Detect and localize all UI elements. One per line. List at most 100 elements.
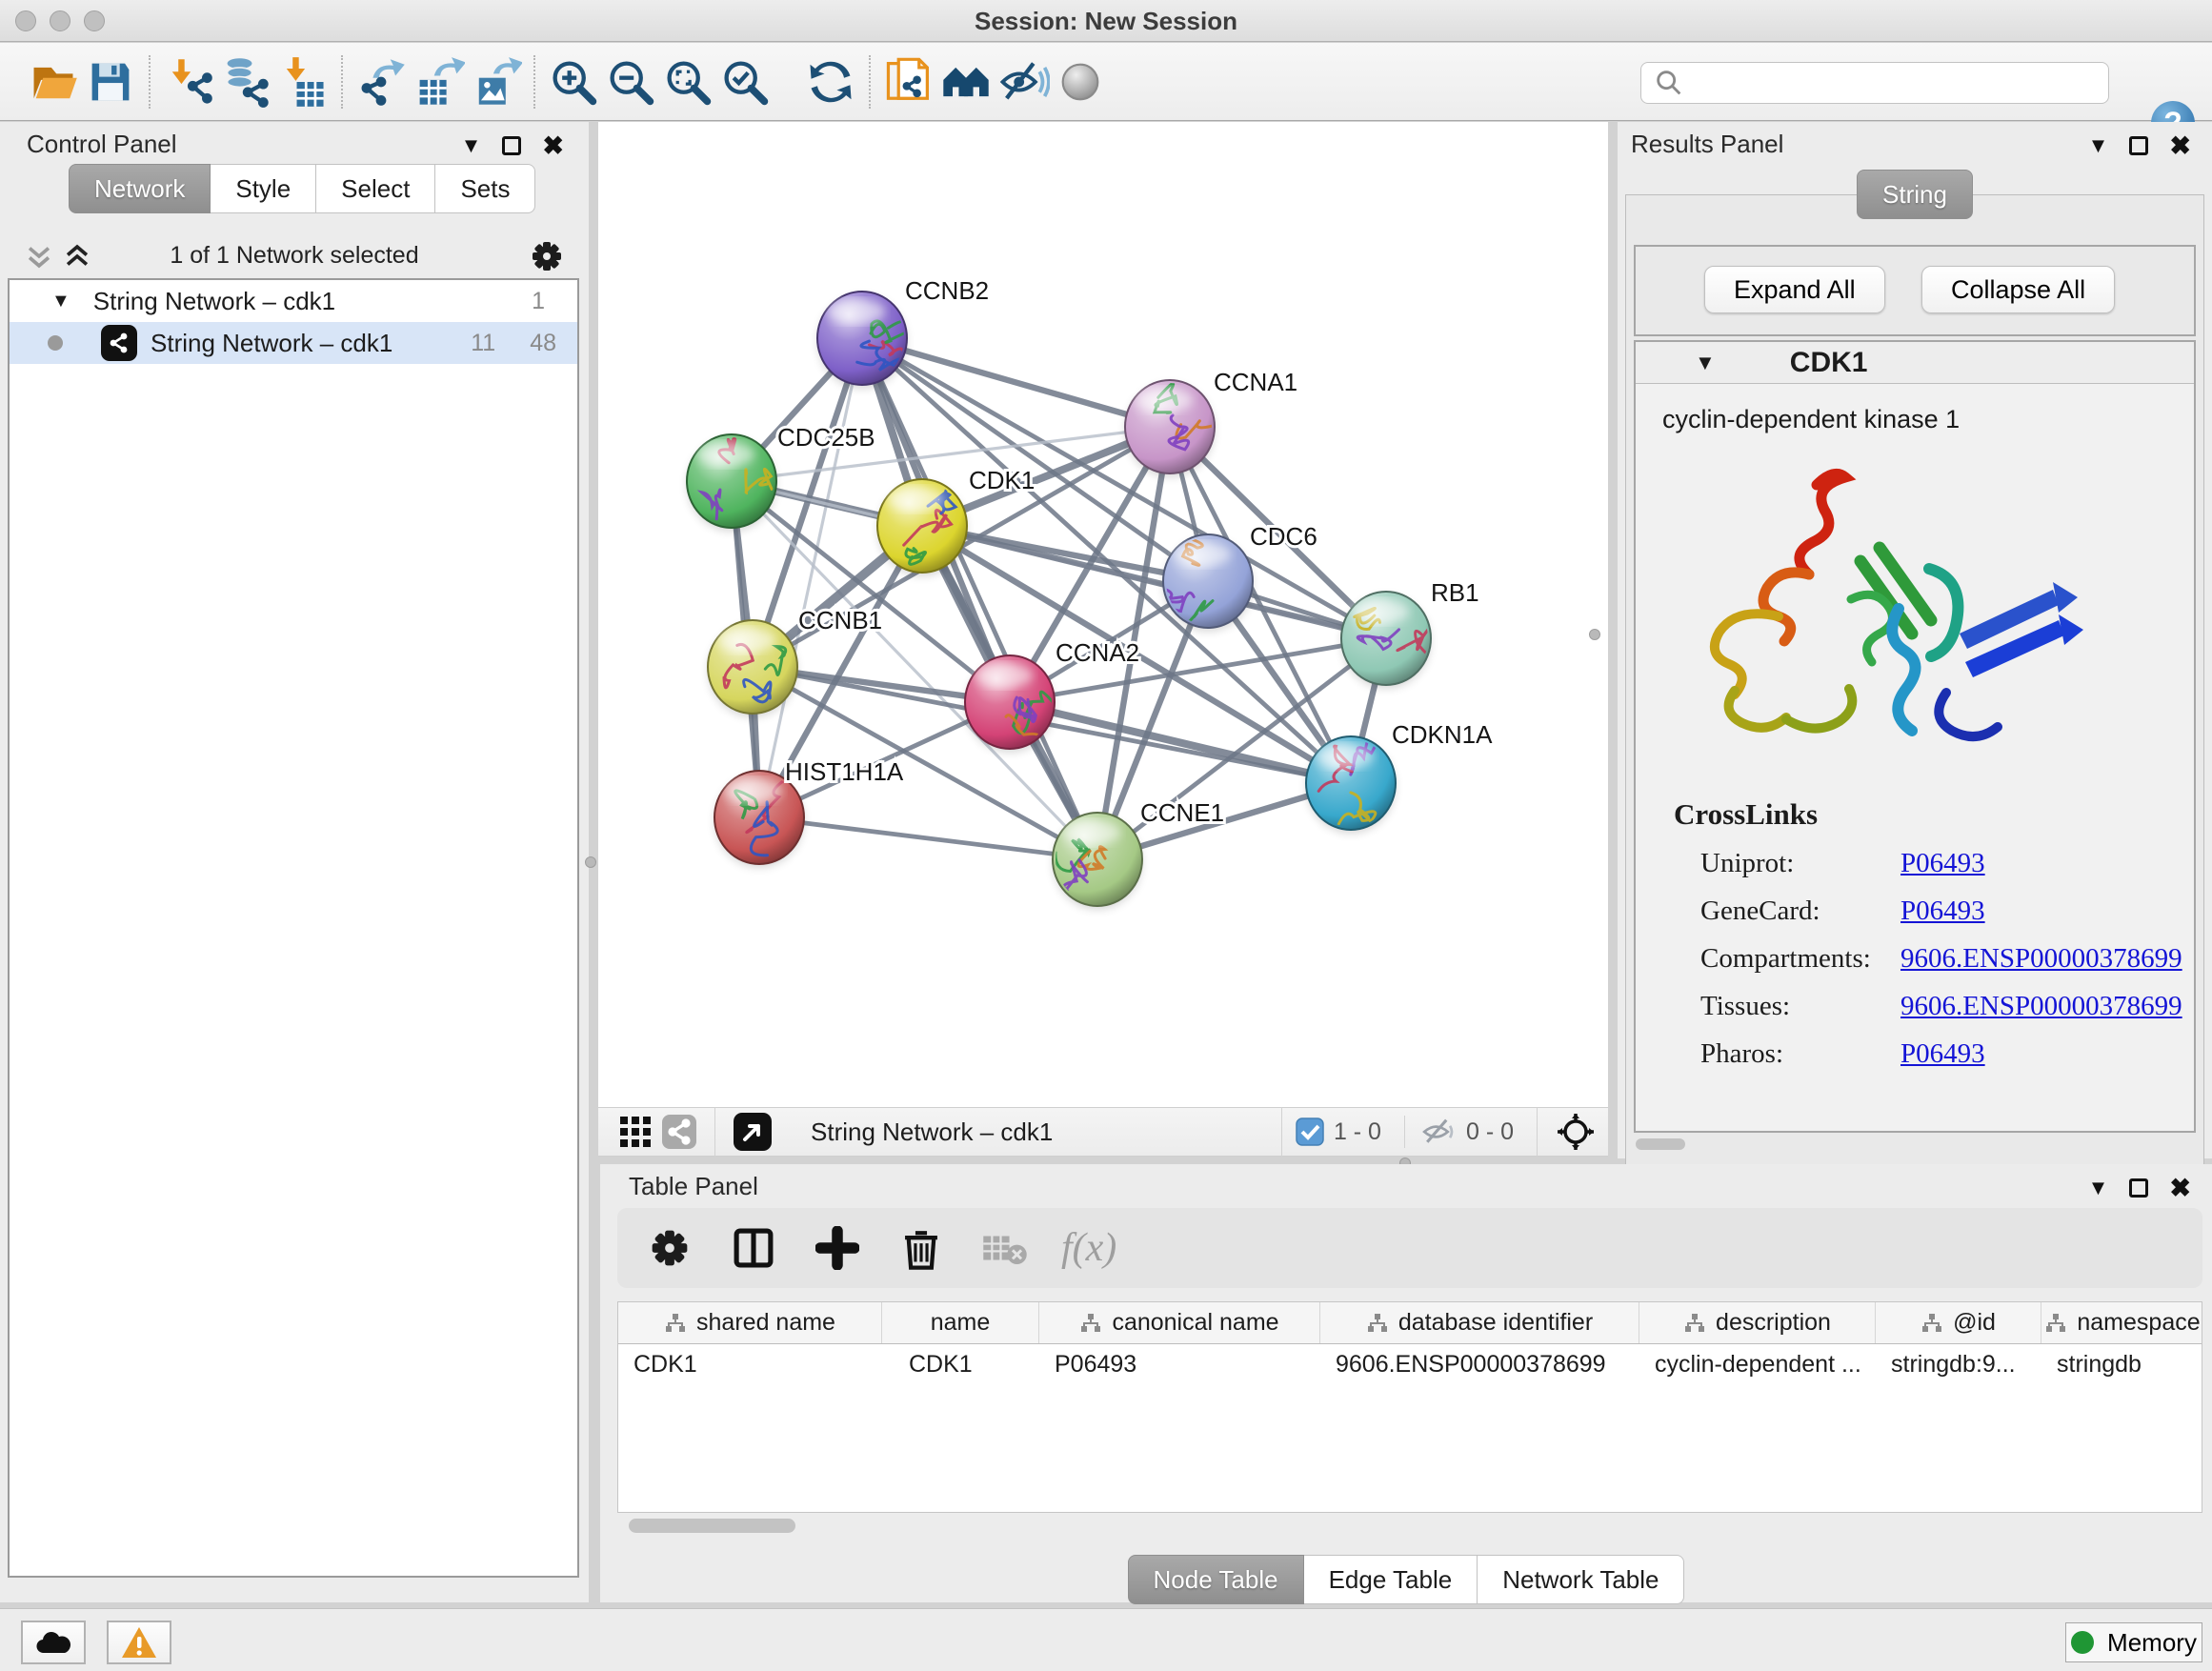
network-overview-button[interactable] [657,1110,701,1154]
network-row[interactable]: String Network – cdk1 11 48 [10,322,577,364]
pharos-link[interactable]: P06493 [1900,1038,1985,1070]
import-network-from-database-button[interactable] [217,53,274,111]
apply-layout-button[interactable] [802,53,859,111]
collapse-all-button[interactable]: Collapse All [1921,266,2115,313]
cell-description[interactable]: cyclin-dependent ... [1639,1344,1876,1386]
gene-entry-header[interactable]: ▼ CDK1 [1636,342,2194,384]
cell-namespace[interactable]: stringdb [2041,1344,2202,1386]
float-panel-icon[interactable]: ▼ [461,133,482,158]
cloud-tasks-button[interactable] [21,1621,86,1664]
network-node-hist1h1a[interactable]: HIST1H1A [714,757,904,867]
selected-checkbox-icon[interactable] [1296,1117,1324,1146]
cell-shared-name[interactable]: CDK1 [618,1344,882,1386]
clone-network-button[interactable] [880,53,937,111]
table-options-button[interactable] [642,1220,697,1276]
node-label: CDKN1A [1392,720,1493,749]
network-node-cdkn1a[interactable]: CDKN1A [1306,720,1493,833]
zoom-fit-button[interactable] [659,53,716,111]
zoom-selected-button[interactable] [716,53,774,111]
home-stringify-button[interactable] [937,53,995,111]
expand-all-button[interactable]: Expand All [1704,266,1885,313]
float-panel-icon[interactable]: ▼ [2088,1176,2109,1200]
delete-table-button[interactable] [977,1220,1033,1276]
maximize-panel-icon[interactable] [502,136,521,155]
column-header-description[interactable]: description [1639,1302,1876,1343]
grid-view-button[interactable] [613,1110,657,1154]
memory-button[interactable]: Memory [2065,1622,2202,1662]
import-network-button[interactable] [160,53,217,111]
maximize-panel-icon[interactable] [2129,136,2148,155]
create-column-button[interactable] [810,1220,865,1276]
tab-style[interactable]: Style [211,164,316,213]
save-session-button[interactable] [82,53,139,111]
network-canvas[interactable]: CCNB2CCNA1CDC25BCDK1CDC6RB1CCNB1CCNA2CDK… [598,122,1608,1107]
export-image-button[interactable] [467,53,524,111]
search-input[interactable] [1693,65,2108,101]
hide-unhide-button[interactable] [995,53,1052,111]
control-splitter-handle[interactable] [585,856,596,868]
column-header-id[interactable]: @id [1876,1302,2041,1343]
show-columns-button[interactable] [726,1220,781,1276]
float-panel-icon[interactable]: ▼ [2088,133,2109,158]
detach-view-button[interactable] [729,1110,776,1154]
results-splitter-handle[interactable] [1589,629,1600,640]
network-node-ccnb2[interactable]: CCNB2 [817,276,989,388]
tab-network-table[interactable]: Network Table [1478,1555,1684,1604]
inspector-sphere-button[interactable] [1052,53,1109,111]
tab-string[interactable]: String [1857,170,1973,219]
genecard-link[interactable]: P06493 [1900,896,1985,927]
network-view-title: String Network – cdk1 [811,1117,1053,1147]
crosslink-label: Uniprot: [1700,848,1900,879]
close-panel-icon[interactable]: ✖ [2169,1178,2191,1198]
cell-name[interactable]: CDK1 [882,1344,1039,1386]
delete-column-button[interactable] [894,1220,949,1276]
collection-caret-icon[interactable]: ▼ [51,291,70,312]
attribute-icon [664,1312,687,1335]
cell-database-identifier[interactable]: 9606.ENSP00000378699 [1320,1344,1639,1386]
results-scrollbar-thumb[interactable] [1636,1138,1685,1150]
plus-icon [815,1226,859,1270]
tissues-link[interactable]: 9606.ENSP00000378699 [1900,991,2182,1022]
column-header-shared-name[interactable]: shared name [618,1302,882,1343]
export-table-button[interactable] [410,53,467,111]
maximize-panel-icon[interactable] [2129,1178,2148,1198]
network-node-ccna1[interactable]: CCNA1 [1125,368,1297,476]
fit-content-button[interactable] [1551,1110,1600,1154]
network-node-cdc25b[interactable]: CDC25B [687,423,875,531]
tab-sets[interactable]: Sets [435,164,535,213]
cell-canonical-name[interactable]: P06493 [1039,1344,1320,1386]
column-header-namespace[interactable]: namespace [2041,1302,2202,1343]
compartments-link[interactable]: 9606.ENSP00000378699 [1900,943,2182,975]
network-collection-row[interactable]: ▼ String Network – cdk1 1 [10,280,577,322]
main-toolbar: ? [0,43,2212,121]
network-node-rb1[interactable]: RB1 [1341,578,1479,688]
cell-id[interactable]: stringdb:9... [1876,1344,2041,1386]
import-table-button[interactable] [274,53,332,111]
tab-select[interactable]: Select [316,164,435,213]
table-row[interactable]: CDK1 CDK1 P06493 9606.ENSP00000378699 cy… [618,1344,2202,1386]
column-header-database-identifier[interactable]: database identifier [1320,1302,1639,1343]
node-label: CCNB1 [798,606,882,634]
export-network-button[interactable] [352,53,410,111]
column-header-name[interactable]: name [882,1302,1039,1343]
uniprot-link[interactable]: P06493 [1900,848,1985,879]
network-edge[interactable] [759,338,862,817]
network-node-ccnb1[interactable]: CCNB1 [708,606,882,716]
column-header-canonical-name[interactable]: canonical name [1039,1302,1320,1343]
close-panel-icon[interactable]: ✖ [2169,136,2191,155]
network-options-gear-icon[interactable] [530,239,564,273]
hidden-eye-icon[interactable] [1418,1113,1457,1151]
open-session-button[interactable] [25,53,82,111]
tab-node-table[interactable]: Node Table [1128,1555,1304,1604]
network-edge[interactable] [759,817,1097,859]
warnings-button[interactable] [107,1621,171,1664]
zoom-out-button[interactable] [602,53,659,111]
function-builder-icon[interactable]: f(x) [1061,1225,1116,1271]
copy-network-icon [882,55,935,109]
zoom-in-button[interactable] [545,53,602,111]
tab-edge-table[interactable]: Edge Table [1304,1555,1478,1604]
tab-network[interactable]: Network [69,164,211,213]
table-scrollbar-thumb[interactable] [629,1519,795,1533]
entry-caret-icon[interactable]: ▼ [1695,351,1716,375]
close-panel-icon[interactable]: ✖ [542,136,564,155]
